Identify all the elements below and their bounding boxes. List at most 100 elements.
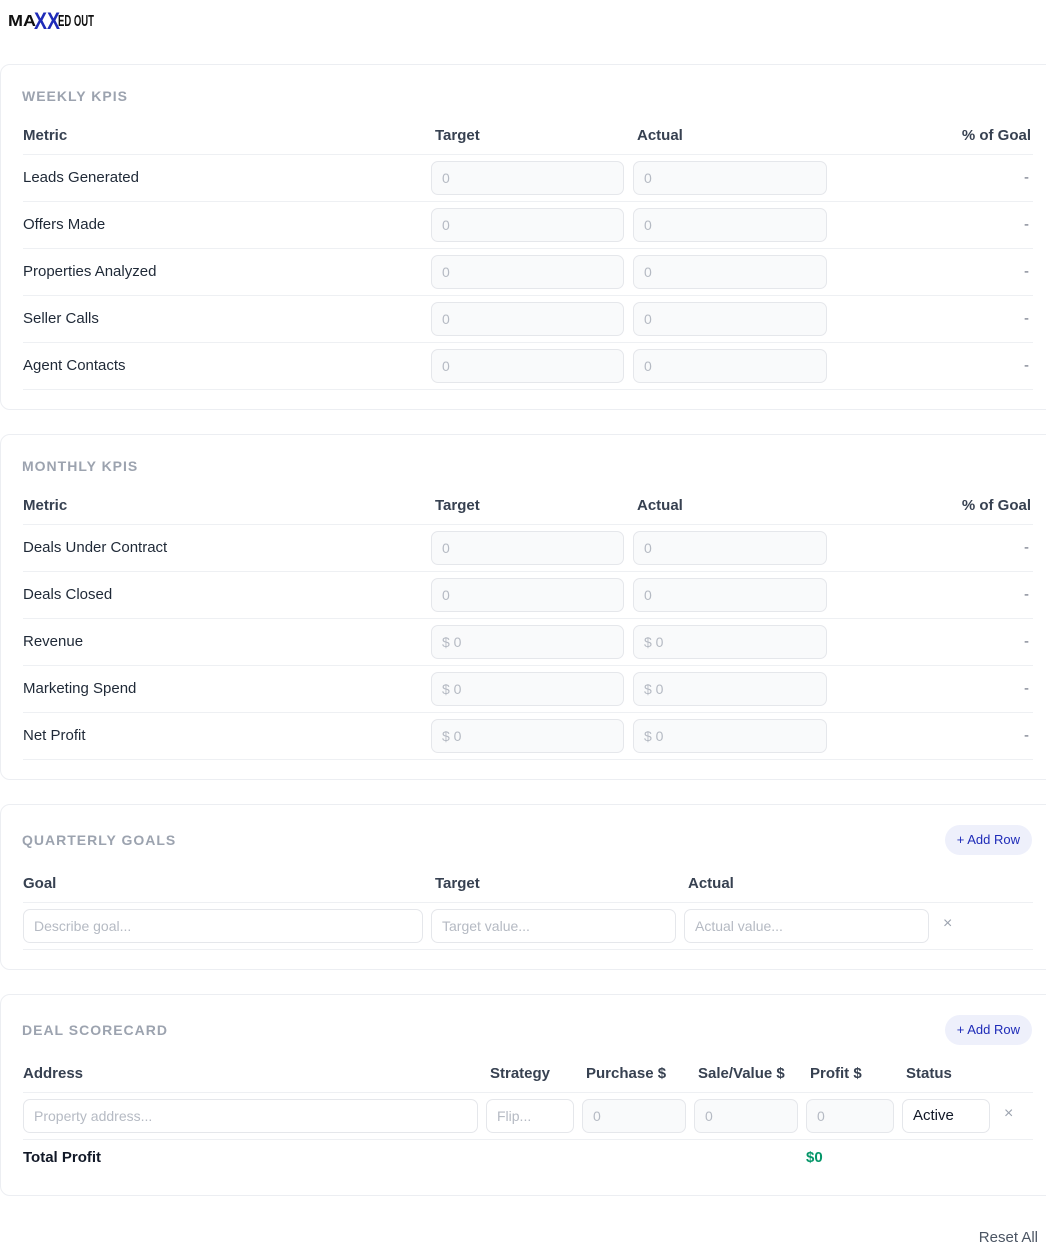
section-title: MONTHLY KPIS [22, 458, 139, 474]
target-input[interactable] [431, 255, 624, 289]
col-header-actual: Actual [637, 497, 683, 514]
col-header-purchase: Purchase $ [586, 1065, 667, 1082]
pct-of-goal: - [1024, 586, 1029, 603]
svg-text:ED OUT: ED OUT [58, 13, 94, 30]
sale-value-input[interactable] [694, 1099, 798, 1133]
metric-label: Deals Under Contract [23, 539, 168, 556]
col-header-metric: Metric [23, 127, 68, 144]
col-header-actual: Actual [637, 127, 683, 144]
add-row-button[interactable]: + Add Row [944, 825, 1032, 855]
quarterly-goals-card: QUARTERLY GOALS + Add Row Goal Target Ac… [0, 804, 1046, 970]
metric-label: Net Profit [23, 727, 86, 744]
monthly-kpis-card: MONTHLY KPIS Metric Target Actual % of G… [0, 434, 1046, 780]
col-header-pct: % of Goal [961, 497, 1031, 514]
target-input[interactable] [431, 302, 624, 336]
target-input[interactable] [431, 672, 624, 706]
col-header-address: Address [23, 1065, 84, 1082]
purchase-input[interactable] [582, 1099, 686, 1133]
brand-logo: MA XX ED OUT [8, 6, 98, 35]
divider [23, 295, 1033, 296]
logo-icon: MA XX ED OUT [8, 8, 94, 35]
pct-of-goal: - [1024, 680, 1029, 697]
pct-of-goal: - [1024, 357, 1029, 374]
svg-text:XX: XX [34, 8, 60, 34]
pct-of-goal: - [1024, 727, 1029, 744]
status-select[interactable]: Active [902, 1099, 990, 1133]
metric-label: Marketing Spend [23, 680, 137, 697]
target-input[interactable] [431, 578, 624, 612]
remove-row-icon[interactable]: × [1004, 1105, 1013, 1123]
section-title: WEEKLY KPIS [22, 88, 128, 104]
actual-input[interactable] [633, 719, 827, 753]
divider [23, 902, 1033, 903]
strategy-input[interactable] [486, 1099, 574, 1133]
actual-input[interactable] [633, 255, 827, 289]
divider [23, 1139, 1033, 1140]
actual-input[interactable] [633, 161, 827, 195]
col-header-target: Target [435, 875, 480, 892]
actual-input[interactable] [633, 208, 827, 242]
target-input[interactable] [431, 161, 624, 195]
col-header-strategy: Strategy [490, 1065, 551, 1082]
divider [23, 618, 1033, 619]
metric-label: Revenue [23, 633, 84, 650]
section-title: QUARTERLY GOALS [22, 832, 177, 848]
pct-of-goal: - [1024, 216, 1029, 233]
divider [23, 389, 1033, 390]
col-header-goal: Goal [23, 875, 57, 892]
col-header-pct: % of Goal [961, 127, 1031, 144]
section-title: DEAL SCORECARD [22, 1022, 168, 1038]
divider [23, 759, 1033, 760]
metric-label: Seller Calls [23, 310, 99, 327]
divider [23, 248, 1033, 249]
divider [23, 665, 1033, 666]
pct-of-goal: - [1024, 263, 1029, 280]
pct-of-goal: - [1024, 310, 1029, 327]
actual-input[interactable] [633, 625, 827, 659]
divider [23, 949, 1033, 950]
reset-all-button[interactable]: Reset All [979, 1229, 1038, 1246]
actual-input[interactable] [633, 349, 827, 383]
col-header-metric: Metric [23, 497, 68, 514]
target-value-input[interactable] [431, 909, 676, 943]
actual-input[interactable] [633, 578, 827, 612]
divider [23, 154, 1033, 155]
weekly-kpis-card: WEEKLY KPIS Metric Target Actual % of Go… [0, 64, 1046, 410]
add-row-button[interactable]: + Add Row [944, 1015, 1032, 1045]
pct-of-goal: - [1024, 539, 1029, 556]
total-profit-value: $0 [806, 1149, 823, 1166]
col-header-status: Status [906, 1065, 952, 1082]
divider [23, 712, 1033, 713]
col-header-profit: Profit $ [810, 1065, 862, 1082]
remove-row-icon[interactable]: × [943, 915, 952, 933]
col-header-sale: Sale/Value $ [698, 1065, 785, 1082]
pct-of-goal: - [1024, 169, 1029, 186]
pct-of-goal: - [1024, 633, 1029, 650]
target-input[interactable] [431, 719, 624, 753]
col-header-target: Target [435, 497, 480, 514]
svg-text:MA: MA [8, 13, 36, 30]
divider [23, 524, 1033, 525]
address-input[interactable] [23, 1099, 478, 1133]
actual-value-input[interactable] [684, 909, 929, 943]
actual-input[interactable] [633, 302, 827, 336]
target-input[interactable] [431, 531, 624, 565]
actual-input[interactable] [633, 672, 827, 706]
col-header-target: Target [435, 127, 480, 144]
metric-label: Deals Closed [23, 586, 113, 603]
divider [23, 342, 1033, 343]
profit-input[interactable] [806, 1099, 894, 1133]
col-header-actual: Actual [688, 875, 734, 892]
target-input[interactable] [431, 349, 624, 383]
divider [23, 571, 1033, 572]
divider [23, 201, 1033, 202]
goal-input[interactable] [23, 909, 423, 943]
target-input[interactable] [431, 625, 624, 659]
actual-input[interactable] [633, 531, 827, 565]
target-input[interactable] [431, 208, 624, 242]
deal-scorecard-card: DEAL SCORECARD + Add Row Address Strateg… [0, 994, 1046, 1196]
metric-label: Agent Contacts [23, 357, 126, 374]
divider [23, 1092, 1033, 1093]
total-profit-label: Total Profit [23, 1149, 102, 1166]
metric-label: Offers Made [23, 216, 106, 233]
